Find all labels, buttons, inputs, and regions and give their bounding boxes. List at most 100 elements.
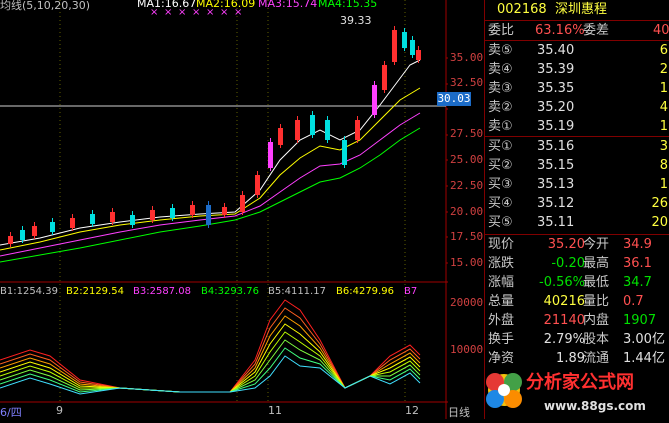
stat-label: 总量 (488, 294, 515, 309)
stat-label: 最低 (583, 275, 610, 290)
indicator-b5: B5:4111.17 (268, 286, 326, 297)
level-label: 买④ (488, 196, 513, 211)
indicator-b1: B1:1254.39 (0, 286, 58, 297)
stock-name: 深圳惠程 (555, 2, 608, 17)
ask-level-row[interactable]: 卖⑤ 35.40 6 (485, 42, 669, 59)
weibi-value: 63.16% (535, 23, 585, 38)
price-axis-tick: 27.50 (450, 127, 484, 140)
level-label: 买② (488, 158, 513, 173)
indicator-b2: B2:2129.54 (66, 286, 124, 297)
stat-label: 换手 (488, 332, 515, 347)
indicator-b6: B6:4279.96 (336, 286, 394, 297)
level-label: 卖③ (488, 81, 513, 96)
ask-level-row[interactable]: 卖③ 35.35 1 (485, 80, 669, 97)
indicator-b7: B7 (404, 286, 418, 297)
stat-label: 最高 (583, 256, 610, 271)
ask-level-row[interactable]: 卖④ 35.39 2 (485, 61, 669, 78)
stat-label: 内盘 (583, 313, 610, 328)
stat-value: 0.7 (623, 294, 644, 309)
level-price: 35.39 (537, 62, 575, 77)
watermark-logo: 分析家公式网 www.88gs.com (484, 358, 669, 419)
stat-value: 3.00亿 (623, 332, 665, 347)
indicator-axis-tick: 10000 (450, 343, 484, 356)
stock-header: 002168 深圳惠程 (485, 1, 669, 18)
stat-label: 外盘 (488, 313, 515, 328)
level-label: 卖② (488, 100, 513, 115)
bid-level-row[interactable]: 买① 35.16 3 (485, 138, 669, 155)
stat-row: 现价 35.20 今开 34.9 (485, 236, 669, 253)
level-price: 35.13 (537, 177, 575, 192)
x-axis-month: 12 (405, 404, 419, 417)
ma1-label: MA1:16.67 (137, 0, 197, 10)
bid-level-row[interactable]: 买⑤ 35.11 20 (485, 214, 669, 231)
level-volume: 1 (659, 177, 668, 192)
level-price: 35.16 (537, 139, 575, 154)
stock-code: 002168 (497, 2, 547, 17)
level-price: 35.35 (537, 81, 575, 96)
level-volume: 6 (659, 43, 668, 58)
level-label: 买⑤ (488, 215, 513, 230)
kline-chart-svg[interactable]: × × × × × × × (0, 0, 448, 419)
level-label: 买③ (488, 177, 513, 192)
indicator-band (0, 331, 421, 393)
level-price: 35.40 (537, 43, 575, 58)
stat-value: 34.9 (623, 237, 652, 252)
x-axis-month: 11 (268, 404, 282, 417)
ask-level-row[interactable]: 卖① 35.19 1 (485, 118, 669, 135)
stat-value: 21140 (543, 313, 585, 328)
current-price-tag: 30.03 (437, 92, 471, 106)
ma2-label: MA2:16.09 (196, 0, 256, 10)
level-volume: 26 (651, 196, 668, 211)
indicator-axis-tick: 20000 (450, 296, 484, 309)
stat-label: 现价 (488, 237, 515, 252)
x-axis-month: 9 (56, 404, 63, 417)
quote-panel: 002168 深圳惠程 委比 63.16% 委差 40 卖⑤ 35.40 6 卖④ 35… (484, 0, 669, 419)
stat-label: 股本 (583, 332, 610, 347)
weibi-row: 委比 63.16% 委差 40 (488, 23, 669, 38)
bid-level-row[interactable]: 买④ 35.12 26 (485, 195, 669, 212)
level-price: 35.20 (537, 100, 575, 115)
stat-row: 涨跌 -0.20 最高 36.1 (485, 255, 669, 272)
ask-level-row[interactable]: 卖② 35.20 4 (485, 99, 669, 116)
level-volume: 4 (659, 100, 668, 115)
stat-row: 总量 40216 量比 0.7 (485, 293, 669, 310)
level-label: 卖⑤ (488, 43, 513, 58)
ma4-line (0, 127, 421, 263)
indicator-b4: B4:3293.76 (201, 286, 259, 297)
kline-chart-area[interactable]: × × × × × × × (0, 0, 448, 419)
price-axis-tick: 22.50 (450, 179, 484, 192)
logo-url: www.88gs.com (544, 399, 646, 413)
level-volume: 20 (651, 215, 668, 230)
indicator-band (0, 315, 421, 393)
stat-row: 换手 2.79% 股本 3.00亿 (485, 331, 669, 348)
x-axis-date: 6/四 (0, 406, 22, 419)
indicator-band (0, 299, 421, 393)
stat-value: 1907 (623, 313, 657, 328)
level-label: 卖① (488, 119, 513, 134)
stat-value: -0.20 (551, 256, 585, 271)
stat-row: 外盘 21140 内盘 1907 (485, 312, 669, 329)
ma-title: 均线(5,10,20,30) (0, 0, 91, 12)
ma3-label: MA3:15.74 (258, 0, 318, 10)
ma4-label: MA4:15.35 (318, 0, 378, 10)
period-label[interactable]: 日线 (448, 404, 470, 420)
stat-value: 2.79% (543, 332, 585, 347)
bid-level-row[interactable]: 买② 35.15 8 (485, 157, 669, 174)
stat-label: 今开 (583, 237, 610, 252)
weicha-value: 40 (653, 23, 669, 38)
stat-value: 40216 (543, 294, 585, 309)
level-label: 卖④ (488, 62, 513, 77)
level-volume: 3 (659, 139, 668, 154)
price-axis-tick: 32.50 (450, 76, 484, 89)
price-axis-tick: 20.00 (450, 205, 484, 218)
level-volume: 1 (659, 119, 668, 134)
stat-label: 涨跌 (488, 256, 515, 271)
price-axis-tick: 15.00 (450, 256, 484, 269)
price-axis-tick: 25.00 (450, 153, 484, 166)
level-volume: 1 (659, 81, 668, 96)
level-price: 35.12 (537, 196, 575, 211)
stat-value: 34.7 (623, 275, 652, 290)
bid-level-row[interactable]: 买③ 35.13 1 (485, 176, 669, 193)
level-label: 买① (488, 139, 513, 154)
level-volume: 8 (659, 158, 668, 173)
